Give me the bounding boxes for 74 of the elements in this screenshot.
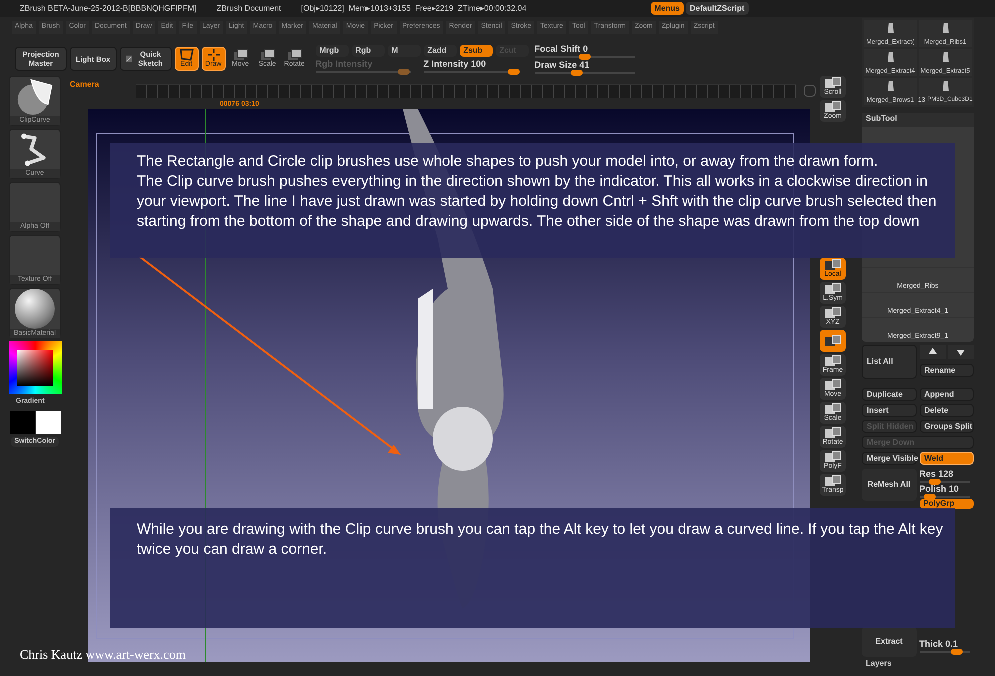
mesh-icon <box>940 51 950 63</box>
shelf-icon <box>824 475 842 487</box>
main-color-swatch[interactable] <box>10 410 34 434</box>
panel-button[interactable]: Duplicate <box>862 388 916 401</box>
shelf-button[interactable] <box>820 330 846 352</box>
mesh-icon <box>886 22 896 34</box>
slider-thumb[interactable] <box>951 649 963 655</box>
move-up-button[interactable] <box>920 345 946 359</box>
crosshair-icon <box>208 49 220 61</box>
move-down-button[interactable] <box>948 345 974 359</box>
slider-thumb[interactable] <box>928 479 940 485</box>
sketch-icon <box>126 54 132 64</box>
arrow-icon <box>956 348 965 356</box>
panel-button[interactable]: Weld <box>920 452 974 465</box>
mesh-icon <box>886 51 896 63</box>
title-bar-button[interactable]: DefaultZScript <box>686 2 749 15</box>
channel-button[interactable]: Zsub <box>460 45 493 57</box>
mesh-icon <box>886 80 896 92</box>
panel-button[interactable]: Delete <box>920 404 974 417</box>
slider-thumb[interactable] <box>924 494 936 500</box>
extract-button[interactable]: Extract <box>862 627 916 657</box>
caption-text: The Rectangle and Circle clip brushes use whole shapes to push your model into, or away from the drawn form. <box>137 152 880 172</box>
mesh-icon <box>940 80 950 92</box>
panel-button[interactable]: Merge Visible <box>862 452 916 465</box>
color-picker[interactable] <box>8 341 62 394</box>
panel-button[interactable]: Append <box>920 388 974 401</box>
remesh-button[interactable]: ReMesh All <box>862 469 916 501</box>
memory-stats: [Obj▸10122] Mem▸1013+3155 Free▸2219 ZTime▸00:00:32.04 <box>301 2 527 14</box>
shelf-icon <box>824 403 842 415</box>
caption-text: While you are drawing with the Clip curve brush you can tap the Alt key to let you draw a curved line. If you tap the Alt key twice you can draw a corner. <box>137 520 944 560</box>
shelf-icon <box>824 259 842 271</box>
caption-text: The Clip curve brush pushes everything in the direction shown by the indicator. This all works in a clockwise direction in your viewport. The line I have just drawn was started by holding down Cntrl + Shft with the clip curve brush selected then starting from the bottom of the shape and drawing upwards. The other side of the shape was drawn from the top down <box>137 172 938 232</box>
channel-button[interactable]: Rgb <box>352 45 385 57</box>
slider-thumb[interactable] <box>570 70 583 76</box>
shelf-icon <box>824 335 842 347</box>
slider-label: Res 128 <box>920 469 955 479</box>
polygroup-toggle[interactable]: PolyGrp <box>920 499 974 509</box>
panel-button[interactable]: List All <box>862 345 916 379</box>
slider-label: Polish 10 <box>920 484 960 494</box>
secondary-color-swatch[interactable] <box>36 410 60 434</box>
panel-button[interactable]: Rename <box>920 364 974 377</box>
shelf-icon <box>824 427 842 439</box>
camera-label: Camera <box>70 79 100 91</box>
channel-button[interactable]: Zadd <box>424 45 457 57</box>
slider-label: Thick 0.1 <box>920 639 960 649</box>
slider-thumb[interactable] <box>578 54 591 60</box>
slider-label: Z Intensity 100 <box>424 59 488 69</box>
arrow-icon <box>928 348 937 356</box>
shelf-icon <box>824 77 842 89</box>
slider-label: Draw Size 41 <box>534 60 591 70</box>
shelf-icon <box>824 355 842 367</box>
mesh-icon <box>940 22 950 34</box>
shelf-icon <box>824 451 842 463</box>
panel-button[interactable]: Insert <box>862 404 916 417</box>
slider-thumb[interactable] <box>508 69 520 75</box>
document-title: ZBrush Document <box>216 2 282 14</box>
rotate-icon <box>286 49 303 61</box>
slider-label: Focal Shift 0 <box>534 44 590 54</box>
panel-title: Layers <box>865 659 893 669</box>
shelf-icon <box>824 379 842 391</box>
move-icon <box>232 49 249 61</box>
channel-button[interactable]: M <box>388 45 421 57</box>
panel-button[interactable]: Groups Split <box>920 420 974 433</box>
channel-button[interactable]: Mrgb <box>316 45 349 57</box>
app-title: ZBrush BETA-June-25-2012-B[BBBNQHGFIPFM] <box>20 2 197 14</box>
shelf-icon <box>824 101 842 113</box>
edit-icon <box>178 49 195 61</box>
timeline-toggle[interactable] <box>804 85 816 97</box>
shelf-icon <box>824 283 842 295</box>
panel-title: SubTool <box>862 113 974 127</box>
shelf-icon <box>824 307 842 319</box>
scale-icon <box>260 49 276 61</box>
timeline-track[interactable] <box>136 84 796 98</box>
title-bar-button[interactable]: Menus <box>650 2 684 15</box>
